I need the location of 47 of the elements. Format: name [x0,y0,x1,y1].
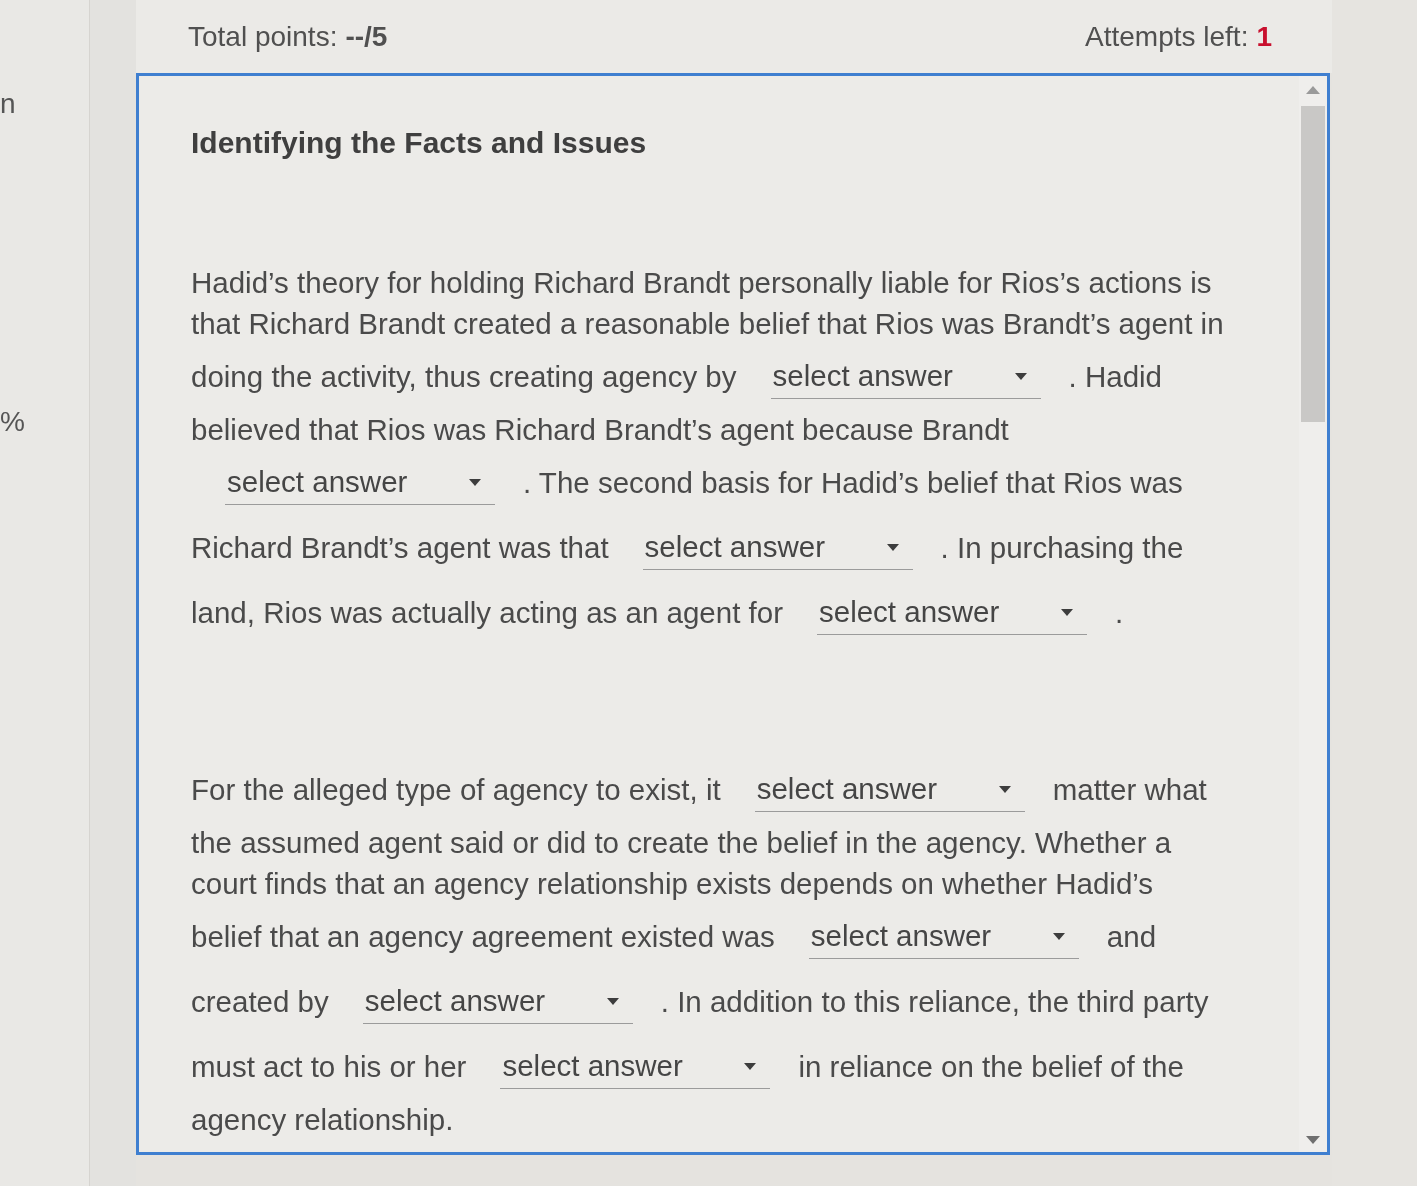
question-text: . [1115,594,1124,631]
caret-icon [744,1062,757,1070]
scroll-up-icon[interactable] [1306,86,1320,94]
question-text: agency relationship. [191,1101,454,1138]
activity-title: Identifying the Facts and Issues [191,125,648,161]
answer-dropdown[interactable]: select answer [808,914,1079,959]
caret-icon [998,785,1011,793]
caret-icon [1014,372,1027,380]
caret-icon [1061,608,1073,616]
question-text: Hadid’s theory for holding Richard Brandt personally liable for Rios’s actions is [191,264,1212,301]
caret-icon [1052,932,1065,940]
scroll-down-icon[interactable] [1306,1136,1320,1144]
scrollbar-thumb[interactable] [1301,106,1325,422]
question-text: . In purchasing the [940,529,1184,566]
answer-dropdown[interactable]: select answer [642,525,913,570]
question-text: . In addition to this reliance, the third party [660,983,1209,1020]
cut-off-text: % [0,406,25,438]
question-text: and [1106,918,1157,955]
caret-icon [886,543,899,551]
caret-icon [469,478,481,486]
question-text: must act to his or her [191,1048,467,1085]
question-text: that Richard Brandt created a reasonable belief that Rios was Brandt’s agent in [191,305,1224,342]
question-text: land, Rios was actually acting as an agent for [191,594,783,631]
answer-dropdown[interactable]: select answer [225,460,495,505]
total-points-label: Total points: [188,19,338,54]
question-text: belief that an agency agreement existed was [191,918,775,955]
caret-icon [606,997,619,1005]
question-text: Richard Brandt’s agent was that [191,529,609,566]
question-text: the assumed agent said or did to create the belief in the agency. Whether a [191,824,1172,861]
answer-dropdown[interactable]: select answer [754,767,1025,812]
answer-dropdown[interactable]: select answer [362,979,633,1024]
question-text: . Hadid [1068,358,1162,395]
cut-off-text: n [0,88,16,120]
question-text: doing the activity, thus creating agency by [191,358,737,395]
question-text: matter what [1052,771,1207,808]
question-text: believed that Rios was Richard Brandt’s agent because Brandt [191,411,1009,448]
answer-dropdown[interactable]: select answer [770,354,1041,399]
answer-dropdown[interactable]: select answer [817,590,1087,635]
attempts-left-label: Attempts left: [1085,19,1249,54]
answer-dropdown[interactable]: select answer [500,1044,771,1089]
question-text: created by [191,983,329,1020]
question-text: court finds that an agency relationship exists depends on whether Hadid’s [191,865,1154,902]
attempts-left-value: 1 [1256,19,1272,54]
question-text: For the alleged type of agency to exist, it [191,771,721,808]
question-text: in reliance on the belief of the [798,1048,1184,1085]
total-points-value: --/5 [345,19,388,54]
question-text: . The second basis for Hadid’s belief that Rios was [523,464,1183,501]
